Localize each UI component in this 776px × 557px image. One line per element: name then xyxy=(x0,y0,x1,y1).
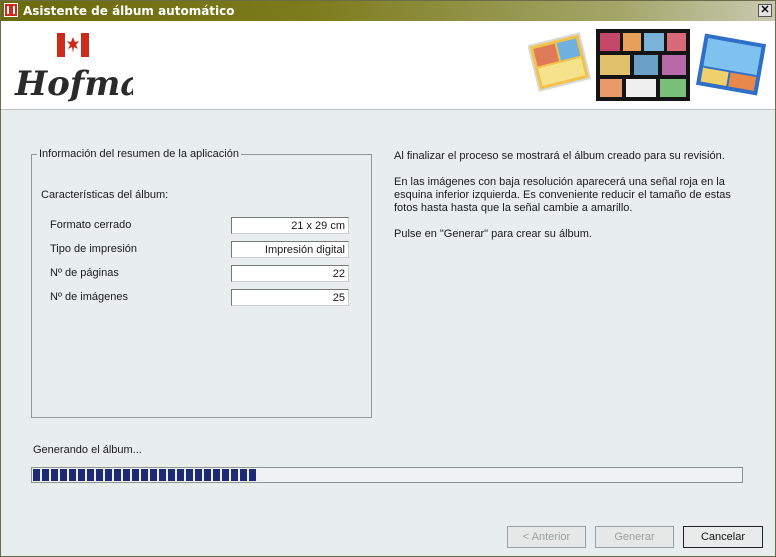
title-bar[interactable]: Asistente de álbum automático ✕ xyxy=(1,1,775,21)
print-type-label: Tipo de impresión xyxy=(50,243,138,255)
progress-block xyxy=(105,469,112,481)
progress-block xyxy=(42,469,49,481)
album-photos-banner xyxy=(528,29,767,101)
info-text-resolution: En las imágenes con baja resolución apar… xyxy=(394,176,731,214)
progress-block xyxy=(150,469,157,481)
progress-fill xyxy=(33,469,258,481)
summary-group: Información del resumen de la aplicación… xyxy=(31,148,372,418)
progress-block xyxy=(213,469,220,481)
wizard-window: Asistente de álbum automático ✕ Hofmann xyxy=(0,0,776,557)
page-count-field[interactable]: 22 xyxy=(231,265,349,282)
progress-block xyxy=(87,469,94,481)
info-text-review: Al finalizar el proceso se mostrará el á… xyxy=(394,150,725,162)
progress-block xyxy=(60,469,67,481)
flag-icon xyxy=(57,33,89,57)
closed-format-field[interactable]: 21 x 29 cm xyxy=(231,217,349,234)
generate-button[interactable]: Generar xyxy=(595,526,674,548)
generating-status: Generando el álbum... xyxy=(33,444,142,456)
previous-button[interactable]: < Anterior xyxy=(507,526,586,548)
progress-block xyxy=(96,469,103,481)
cancel-button[interactable]: Cancelar xyxy=(683,526,763,548)
wizard-content: Información del resumen de la aplicación… xyxy=(1,110,775,556)
progress-block xyxy=(222,469,229,481)
image-count-label: Nº de imágenes xyxy=(50,291,129,303)
progress-block xyxy=(132,469,139,481)
progress-block xyxy=(204,469,211,481)
progress-block xyxy=(231,469,238,481)
window-title: Asistente de álbum automático xyxy=(23,4,235,18)
header-banner: Hofmann xyxy=(1,21,775,110)
album-features-label: Características del álbum: xyxy=(41,189,169,201)
closed-format-label: Formato cerrado xyxy=(50,219,132,231)
progress-block xyxy=(249,469,256,481)
progress-block xyxy=(33,469,40,481)
image-count-field[interactable]: 25 xyxy=(231,289,349,306)
progress-block xyxy=(123,469,130,481)
page-count-label: Nº de páginas xyxy=(50,267,119,279)
logo-wordmark: Hofmann xyxy=(14,64,133,104)
summary-legend: Información del resumen de la aplicación xyxy=(39,148,239,160)
progress-block xyxy=(240,469,247,481)
progress-block xyxy=(177,469,184,481)
progress-block xyxy=(195,469,202,481)
hofmann-logo: Hofmann xyxy=(14,33,133,104)
progress-block xyxy=(168,469,175,481)
info-text-generate: Pulse en "Generar" para crear su álbum. xyxy=(394,228,592,240)
app-flag-icon xyxy=(4,3,18,17)
progress-block xyxy=(78,469,85,481)
progress-block xyxy=(51,469,58,481)
progress-block xyxy=(159,469,166,481)
progress-block xyxy=(186,469,193,481)
print-type-field[interactable]: Impresión digital xyxy=(231,241,349,258)
progress-block xyxy=(141,469,148,481)
progress-bar xyxy=(31,467,743,483)
progress-block xyxy=(69,469,76,481)
close-button[interactable]: ✕ xyxy=(758,4,772,17)
progress-block xyxy=(114,469,121,481)
